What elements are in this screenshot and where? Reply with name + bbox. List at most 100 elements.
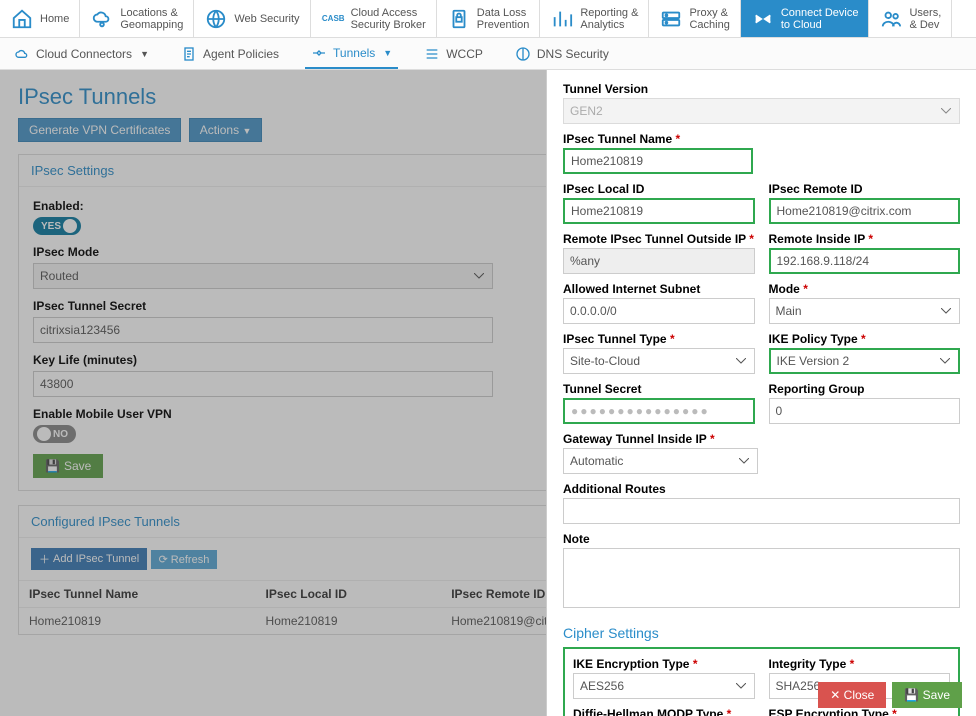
nav-proxy-label: Proxy & Caching [689, 7, 729, 31]
nav-dlp[interactable]: Data Loss Prevention [437, 0, 541, 37]
actions-button-label: Actions [200, 123, 239, 137]
cell-name: Home210819 [19, 608, 256, 635]
casb-icon: CASB [321, 7, 345, 31]
lock-doc-icon [447, 7, 471, 31]
allowed-subnet-input[interactable] [563, 298, 755, 324]
subnav-cloud-connectors[interactable]: Cloud Connectors ▼ [8, 38, 155, 69]
note-label: Note [563, 532, 960, 546]
ipsec-mode-select[interactable]: Routed [33, 263, 493, 289]
tunnel-type-select[interactable]: Site-to-Cloud [563, 348, 755, 374]
add-tunnel-label: Add IPsec Tunnel [53, 553, 139, 565]
users-icon [879, 7, 903, 31]
tunnel-version-label: Tunnel Version [563, 82, 960, 96]
refresh-icon: ⟳ [159, 553, 168, 566]
remote-outside-label: Remote IPsec Tunnel Outside IP * [563, 232, 755, 246]
tunnel-name-label: IPsec Tunnel Name * [563, 132, 960, 146]
subnav-agent-policies[interactable]: Agent Policies [175, 38, 285, 69]
ike-policy-label: IKE Policy Type * [769, 332, 961, 346]
wccp-icon [424, 46, 440, 62]
subnav-dns-security-label: DNS Security [537, 47, 609, 61]
nav-web-security[interactable]: Web Security [194, 0, 310, 37]
subnav-tunnels-label: Tunnels [333, 46, 375, 60]
ike-enc-select[interactable]: AES256 [573, 673, 755, 699]
subnav-wccp-label: WCCP [446, 47, 483, 61]
ike-enc-label: IKE Encryption Type * [573, 657, 755, 671]
proxy-icon [659, 7, 683, 31]
cell-local: Home210819 [256, 608, 442, 635]
close-icon: ✕ [830, 688, 843, 702]
subnav-tunnels[interactable]: Tunnels ▼ [305, 38, 398, 69]
nav-casb[interactable]: CASB Cloud Access Security Broker [311, 0, 437, 37]
tunnel-name-input[interactable] [563, 148, 753, 174]
toggle-knob [37, 427, 51, 441]
enabled-toggle-text: YES [41, 221, 61, 232]
tunnel-icon [311, 45, 327, 61]
doc-icon [181, 46, 197, 62]
local-id-input[interactable] [563, 198, 755, 224]
esp-label: ESP Encryption Type * [769, 707, 951, 716]
reporting-group-input[interactable] [769, 398, 961, 424]
tunnel-edit-drawer: Tunnel Version GEN2 IPsec Tunnel Name * … [546, 70, 976, 716]
tunnel-secret-label: Tunnel Secret [563, 382, 755, 396]
nav-dlp-label: Data Loss Prevention [477, 7, 530, 31]
nav-locations-label: Locations & Geomapping [120, 7, 183, 31]
nav-users[interactable]: Users, & Dev [869, 0, 952, 37]
nav-connect-device-label: Connect Device to Cloud [781, 7, 859, 31]
mobile-vpn-toggle-text: NO [53, 429, 68, 440]
subnav-dns-security[interactable]: DNS Security [509, 38, 615, 69]
remote-outside-input [563, 248, 755, 274]
mode-select[interactable]: Main [769, 298, 961, 324]
drawer-save-button[interactable]: 💾 Save [892, 682, 962, 708]
save-icon: 💾 [904, 688, 922, 702]
nav-casb-label: Cloud Access Security Broker [351, 7, 426, 31]
gw-inside-label: Gateway Tunnel Inside IP * [563, 432, 758, 446]
tunnel-secret-input[interactable]: ●●●●●●●●●●●●●●● [563, 398, 755, 424]
integrity-label: Integrity Type * [769, 657, 951, 671]
nav-web-security-label: Web Security [234, 13, 299, 25]
mobile-vpn-toggle[interactable]: NO [33, 425, 76, 443]
remote-inside-label: Remote Inside IP * [769, 232, 961, 246]
refresh-button[interactable]: ⟳Refresh [151, 550, 218, 569]
ipsec-save-button[interactable]: 💾 Save [33, 454, 103, 478]
ike-policy-select[interactable]: IKE Version 2 [769, 348, 961, 374]
nav-reporting[interactable]: Reporting & Analytics [540, 0, 649, 37]
top-nav: Home Locations & Geomapping Web Security… [0, 0, 976, 38]
remote-inside-input[interactable] [769, 248, 961, 274]
col-local: IPsec Local ID [256, 581, 442, 608]
additional-routes-label: Additional Routes [563, 482, 960, 496]
col-name: IPsec Tunnel Name [19, 581, 256, 608]
connect-icon [751, 7, 775, 31]
additional-routes-input[interactable] [563, 498, 960, 524]
remote-id-input[interactable] [769, 198, 961, 224]
nav-home[interactable]: Home [0, 0, 80, 37]
gw-inside-select[interactable]: Automatic [563, 448, 758, 474]
toggle-knob [63, 219, 77, 233]
plus-icon: ＋ [39, 551, 50, 567]
drawer-close-button[interactable]: ✕ Close [818, 682, 886, 708]
note-textarea[interactable] [563, 548, 960, 608]
cipher-settings-header: Cipher Settings [563, 625, 960, 641]
allowed-subnet-label: Allowed Internet Subnet [563, 282, 755, 296]
tunnel-version-select: GEN2 [563, 98, 960, 124]
subnav-agent-policies-label: Agent Policies [203, 47, 279, 61]
enabled-toggle[interactable]: YES [33, 217, 81, 235]
dh-label: Diffie-Hellman MODP Type * [573, 707, 755, 716]
nav-proxy[interactable]: Proxy & Caching [649, 0, 740, 37]
add-tunnel-button[interactable]: ＋Add IPsec Tunnel [31, 548, 147, 570]
mode-label: Mode * [769, 282, 961, 296]
nav-home-label: Home [40, 13, 69, 25]
keylife-input[interactable] [33, 371, 493, 397]
drawer-save-label: Save [923, 688, 950, 702]
home-icon [10, 7, 34, 31]
generate-vpn-button[interactable]: Generate VPN Certificates [18, 118, 181, 142]
subnav-wccp[interactable]: WCCP [418, 38, 489, 69]
nav-locations[interactable]: Locations & Geomapping [80, 0, 194, 37]
caret-down-icon: ▼ [383, 48, 392, 58]
actions-button[interactable]: Actions ▼ [189, 118, 263, 142]
subnav-cloud-connectors-label: Cloud Connectors [36, 47, 132, 61]
tunnel-type-label: IPsec Tunnel Type * [563, 332, 755, 346]
local-id-label: IPsec Local ID [563, 182, 755, 196]
dns-icon [515, 46, 531, 62]
nav-connect-device[interactable]: Connect Device to Cloud [741, 0, 870, 37]
ipsec-secret-input[interactable] [33, 317, 493, 343]
